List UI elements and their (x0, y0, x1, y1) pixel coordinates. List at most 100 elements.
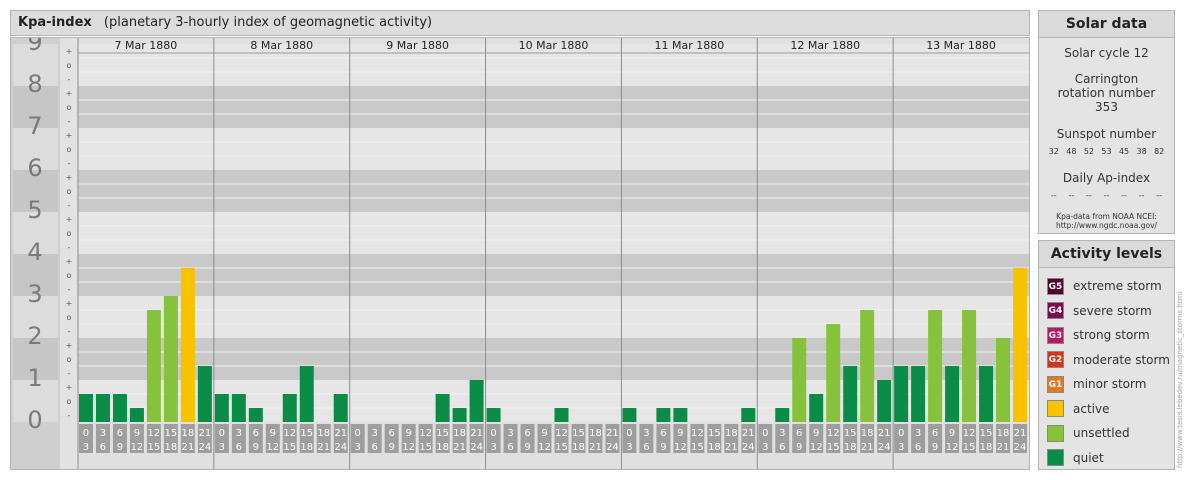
time-end-label: 9 (253, 442, 259, 453)
kp-bar (95, 393, 110, 422)
activity-level-row: quiet (1039, 446, 1174, 471)
time-start-label: 12 (283, 428, 296, 439)
sub-tick-label: - (68, 285, 71, 294)
kp-bar (79, 393, 93, 422)
kp-bar (129, 408, 144, 422)
activity-level-label: unsettled (1073, 426, 1130, 441)
chart-subtitle: (planetary 3-hourly index of geomagnetic… (103, 15, 433, 30)
time-end-label: 21 (725, 442, 738, 453)
sub-tick-label: o (67, 229, 72, 238)
time-end-label: 12 (538, 442, 551, 453)
activity-level-swatch: G4 (1047, 302, 1064, 320)
ap-values: -- -- -- -- -- -- -- (1039, 191, 1174, 200)
time-start-label: 6 (388, 428, 394, 439)
activity-level-swatch (1047, 400, 1064, 418)
activity-level-swatch: G5 (1047, 277, 1064, 295)
time-end-label: 12 (131, 442, 144, 453)
kp-bar (282, 393, 297, 422)
kp-bar (299, 366, 314, 422)
time-end-label: 24 (606, 442, 619, 453)
time-end-label: 18 (572, 442, 585, 453)
sub-tick-label: + (66, 173, 73, 182)
kp-bar (554, 408, 569, 422)
kp-bar (656, 408, 671, 422)
sub-tick-label: - (68, 117, 71, 126)
time-start-label: 21 (742, 428, 755, 439)
kp-bar (435, 393, 450, 422)
grid-band (78, 170, 1029, 212)
time-start-label: 9 (270, 428, 276, 439)
time-start-label: 21 (606, 428, 619, 439)
time-end-label: 3 (762, 442, 768, 453)
time-start-label: 12 (419, 428, 432, 439)
time-start-label: 15 (165, 428, 178, 439)
time-end-label: 9 (932, 442, 938, 453)
ap-value: -- (1121, 191, 1127, 200)
kp-bar (163, 296, 178, 422)
time-start-label: 0 (355, 428, 361, 439)
time-start-label: 15 (572, 428, 585, 439)
time-end-label: 9 (388, 442, 394, 453)
time-start-label: 0 (762, 428, 768, 439)
y-tick-label: 2 (27, 322, 42, 350)
ap-value: -- (1068, 191, 1075, 200)
time-start-label: 18 (182, 428, 195, 439)
y-tick-label: 1 (27, 364, 42, 392)
sub-tick-label: + (66, 257, 73, 266)
sub-tick-label: o (67, 271, 72, 280)
time-start-label: 21 (334, 428, 347, 439)
kp-bar (486, 408, 501, 422)
sub-tick-label: - (68, 327, 71, 336)
time-end-label: 3 (83, 442, 89, 453)
time-start-label: 9 (677, 428, 683, 439)
y-tick-label: 4 (27, 238, 42, 266)
kp-bar (469, 380, 484, 422)
time-start-label: 18 (589, 428, 602, 439)
sub-tick-label: + (66, 299, 73, 308)
kp-bar (962, 309, 977, 422)
time-start-label: 9 (541, 428, 547, 439)
time-end-label: 15 (691, 442, 704, 453)
solar-data-panel: Solar data Solar cycle 12 Carrington rot… (1038, 10, 1175, 234)
sub-tick-label: + (66, 131, 73, 140)
kp-bar (809, 393, 824, 422)
activity-level-label: severe storm (1073, 303, 1152, 318)
solar-data-title: Solar data (1039, 11, 1174, 38)
kp-bar (843, 366, 858, 422)
time-end-label: 12 (266, 442, 279, 453)
time-end-label: 9 (796, 442, 802, 453)
kp-bar (894, 366, 909, 422)
grid-band (78, 86, 1029, 128)
watermark: http://www.tesis.lebedev.ru/magnetic_sto… (1176, 292, 1184, 468)
carrington-rotation: Carrington rotation number 353 (1057, 72, 1156, 114)
activity-level-label: extreme storm (1073, 279, 1162, 294)
time-start-label: 18 (861, 428, 874, 439)
y-tick-label: 3 (27, 280, 42, 308)
activity-level-swatch (1047, 449, 1064, 467)
time-start-label: 0 (898, 428, 904, 439)
time-end-label: 12 (674, 442, 687, 453)
kp-bar (452, 408, 467, 422)
time-start-label: 12 (963, 428, 976, 439)
day-label: 7 Mar 1880 (115, 39, 178, 52)
ap-value: -- (1103, 191, 1110, 200)
time-start-label: 3 (100, 428, 106, 439)
grid-band (78, 128, 1029, 170)
y-tick-label: 8 (27, 70, 42, 98)
kp-bar (775, 408, 790, 422)
source-line-1: Kpa-data from NOAA NCEI: (1056, 212, 1157, 221)
kp-bar (622, 408, 637, 422)
kp-bar (333, 393, 348, 422)
time-end-label: 18 (980, 442, 993, 453)
sub-tick-label: o (67, 313, 72, 322)
ap-value: -- (1086, 191, 1092, 200)
day-label: 11 Mar 1880 (654, 39, 724, 52)
kp-bar (911, 366, 926, 422)
activity-level-label: active (1073, 401, 1110, 416)
time-start-label: 12 (555, 428, 568, 439)
time-end-label: 3 (490, 442, 496, 453)
sunspot-value: 38 (1136, 147, 1147, 156)
grid-band (78, 212, 1029, 254)
time-end-label: 21 (317, 442, 330, 453)
activity-level-swatch: G2 (1047, 351, 1064, 369)
